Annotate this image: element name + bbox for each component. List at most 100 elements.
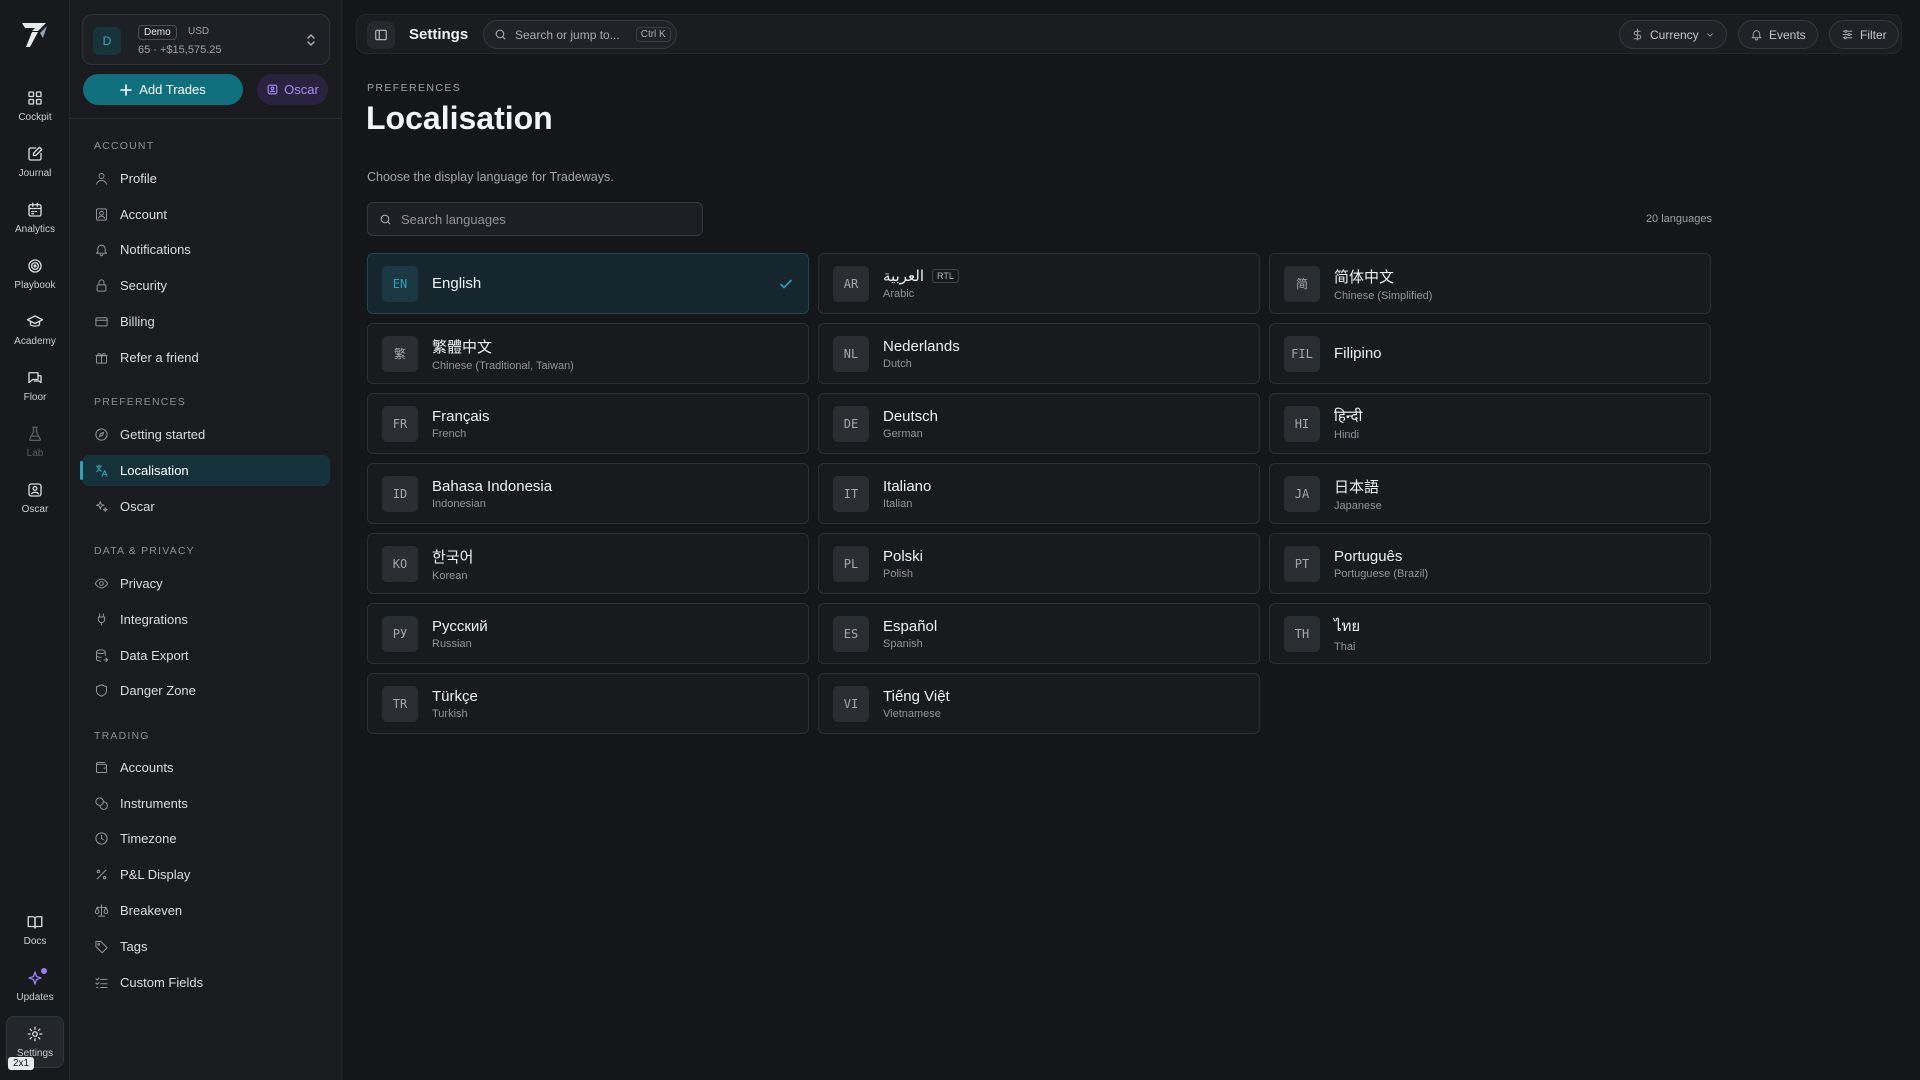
user-icon (96, 173, 107, 185)
sidebar-item-refer-a-friend[interactable]: Refer a friend (82, 342, 330, 373)
sidebar-item-localisation[interactable]: Localisation (80, 455, 330, 486)
language-card[interactable]: KO 한국어 Korean (367, 533, 809, 594)
rail-label: Lab (26, 448, 44, 459)
rail-analytics[interactable]: Analytics (6, 192, 64, 244)
language-card[interactable]: FIL Filipino (1269, 323, 1711, 384)
currency-button[interactable]: Currency (1619, 20, 1727, 49)
sidebar-item-timezone[interactable]: Timezone (82, 823, 330, 854)
sidebar-item-notifications[interactable]: Notifications (82, 234, 330, 265)
language-native-row: Türkçe (432, 688, 478, 705)
language-native-row: Tiếng Việt (883, 688, 950, 705)
sidebar-item-billing[interactable]: Billing (82, 306, 330, 337)
oscar-button[interactable]: Oscar (257, 74, 328, 105)
language-card[interactable]: DE Deutsch German (818, 393, 1260, 454)
sidebar-item-danger-zone[interactable]: Danger Zone (82, 675, 330, 706)
database-export-icon (96, 649, 109, 663)
language-native-name: Bahasa Indonesia (432, 477, 553, 495)
add-trades-button[interactable]: Add Trades (83, 74, 243, 105)
language-card[interactable]: TR Türkçe Turkish (367, 673, 809, 734)
sidebar-toggle-button[interactable] (367, 21, 395, 49)
rail-playbook[interactable]: Playbook (6, 248, 64, 300)
rail-docs[interactable]: Docs (6, 904, 64, 956)
rail-lab[interactable]: Lab (6, 416, 64, 468)
language-card[interactable]: ID Bahasa Indonesia Indonesian (367, 463, 809, 524)
language-native-name: Nederlands (883, 337, 960, 355)
sidebar-item-getting-started[interactable]: Getting started (82, 419, 330, 450)
page-description: Choose the display language for Tradeway… (367, 170, 614, 184)
language-text: Français French (432, 408, 490, 440)
sidebar-item-security[interactable]: Security (82, 270, 330, 301)
language-native-name: Português (1334, 547, 1403, 565)
rail-label: Academy (14, 336, 56, 347)
language-search[interactable] (367, 202, 703, 236)
sidebar-item-integrations[interactable]: Integrations (82, 604, 330, 635)
language-english-name: Thai (1334, 641, 1356, 653)
language-card[interactable]: FR Français French (367, 393, 809, 454)
book-icon (27, 916, 43, 929)
sidebar-item-pnl-display[interactable]: P&L Display (82, 859, 330, 890)
language-native-name: 日本語 (1334, 478, 1380, 496)
sidebar-item-breakeven[interactable]: Breakeven (82, 895, 330, 926)
tradeways-logo[interactable] (19, 18, 51, 50)
sidebar-item-accounts[interactable]: Accounts (82, 752, 330, 783)
filter-label: Filter (1860, 27, 1887, 42)
account-switcher[interactable]: D Demo USD 65 · +$15,575.25 (82, 14, 330, 65)
language-card[interactable]: TH ไทย Thai (1269, 603, 1711, 664)
rail-academy[interactable]: Academy (6, 304, 64, 356)
sidebar-item-oscar[interactable]: Oscar (82, 491, 330, 522)
language-english-name: French (432, 427, 467, 440)
rail-floor[interactable]: Floor (6, 360, 64, 412)
language-search-input[interactable] (401, 211, 691, 227)
sidebar-item-instruments[interactable]: Instruments (82, 788, 330, 819)
eye-icon (94, 578, 109, 589)
sidebar-item-data-export[interactable]: Data Export (82, 640, 330, 671)
language-card[interactable]: HI हिन्दी Hindi (1269, 393, 1711, 454)
language-card[interactable]: 简简体中文 Chinese (Simplified) (1269, 253, 1711, 314)
command-search[interactable]: Search or jump to... Ctrl K (483, 20, 677, 49)
sidebar-item-custom-fields[interactable]: Custom Fields (82, 967, 330, 998)
rail-label: Cockpit (18, 112, 52, 123)
sidebar-item-label: Timezone (120, 831, 177, 846)
rail-updates[interactable]: Updates (6, 960, 64, 1012)
language-grid: EN English AR العربية RTL Arabic 简简体中文 Chinese … (367, 253, 1712, 734)
sidebar-item-account[interactable]: Account (82, 199, 330, 230)
language-card[interactable]: PL Polski Polish (818, 533, 1260, 594)
language-card[interactable]: JA 日本語 Japanese (1269, 463, 1711, 524)
language-card[interactable]: AR العربية RTL Arabic (818, 253, 1260, 314)
keyboard-shortcut: Ctrl K (635, 27, 671, 42)
percent-icon (96, 869, 107, 880)
sidebar-item-label: Accounts (120, 760, 174, 775)
language-card[interactable]: РУ Русский Russian (367, 603, 809, 664)
filter-button[interactable]: Filter (1829, 20, 1899, 49)
rail-oscar[interactable]: Oscar (6, 472, 64, 524)
rail-journal[interactable]: Journal (6, 136, 64, 188)
language-text: Nederlands Dutch (883, 338, 960, 370)
bell-icon (96, 244, 107, 257)
page-title-topbar: Settings (409, 26, 469, 43)
language-card[interactable]: 繁繁體中文 Chinese (Traditional, Taiwan) (367, 323, 809, 384)
language-code-badge: AR (833, 265, 869, 302)
sidebar-item-label: Oscar (120, 499, 155, 514)
sidebar-item-profile[interactable]: Profile (82, 163, 330, 194)
sidebar-item-privacy[interactable]: Privacy (82, 568, 330, 599)
language-card[interactable]: EN English (367, 253, 809, 314)
language-native-row: 繁體中文 (432, 336, 574, 357)
sidebar-item-label: Danger Zone (120, 683, 196, 698)
language-native-row: Filipino (1334, 345, 1382, 362)
language-card[interactable]: NL Nederlands Dutch (818, 323, 1260, 384)
language-english-name: Dutch (883, 357, 912, 370)
sidebar-item-tags[interactable]: Tags (82, 931, 330, 962)
language-native-name: Tiếng Việt (883, 687, 950, 705)
language-card[interactable]: IT Italiano Italian (818, 463, 1260, 524)
sidebar-item-label: Integrations (120, 612, 188, 627)
language-card[interactable]: VI Tiếng Việt Vietnamese (818, 673, 1260, 734)
events-button[interactable]: Events (1738, 20, 1818, 49)
language-card[interactable]: PT Português Portuguese (Brazil) (1269, 533, 1711, 594)
rail-cockpit[interactable]: Cockpit (6, 80, 64, 132)
rail-label: Updates (16, 992, 54, 1003)
language-code-badge: ES (833, 615, 869, 652)
language-text: English (432, 275, 481, 292)
language-native-name: Italiano (883, 477, 932, 495)
language-card[interactable]: ES Español Spanish (818, 603, 1260, 664)
language-native-name: हिन्दी (1334, 408, 1363, 425)
